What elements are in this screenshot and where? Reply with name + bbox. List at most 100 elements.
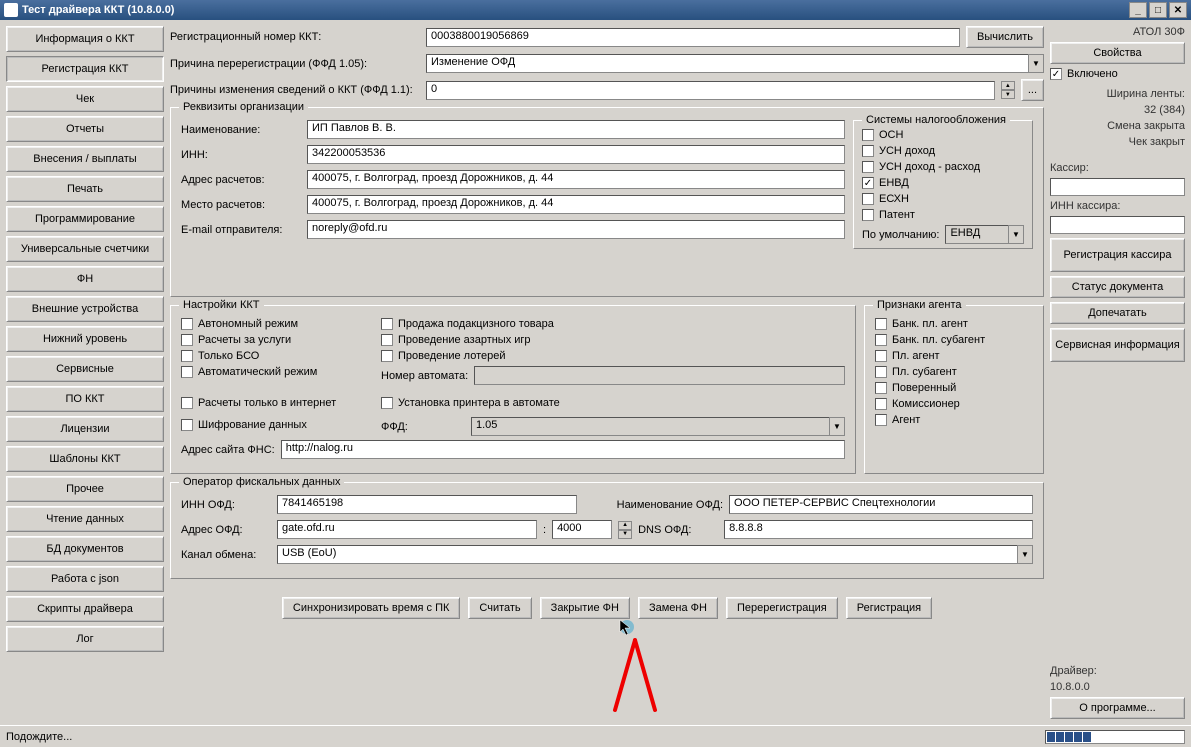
org-inn-input[interactable]: 342200053536 bbox=[307, 145, 845, 164]
tax-checkbox[interactable]: Патент bbox=[862, 209, 1024, 221]
cashier-inn-label: ИНН кассира: bbox=[1050, 200, 1185, 212]
nav-item[interactable]: Программирование bbox=[6, 206, 164, 232]
ofd-port-input[interactable]: 4000 bbox=[552, 520, 612, 539]
agent-item-label: Пл. субагент bbox=[892, 366, 957, 378]
auto-num-input[interactable] bbox=[474, 366, 845, 385]
properties-button[interactable]: Свойства bbox=[1050, 42, 1185, 64]
kkt-printer-checkbox[interactable]: Установка принтера в автомате bbox=[381, 397, 560, 409]
ofd-channel-select[interactable]: USB (EoU) bbox=[277, 545, 1017, 564]
tax-checkbox[interactable]: ОСН bbox=[862, 129, 1024, 141]
agent-item-label: Поверенный bbox=[892, 382, 956, 394]
nav-item[interactable]: БД документов bbox=[6, 536, 164, 562]
kkt-internet-checkbox[interactable]: Расчеты только в интернет bbox=[181, 397, 361, 409]
chevron-down-icon[interactable]: ▼ bbox=[1008, 225, 1024, 244]
org-place-input[interactable]: 400075, г. Волгоград, проезд Дорожников,… bbox=[307, 195, 845, 214]
service-info-button[interactable]: Сервисная информация bbox=[1050, 328, 1185, 362]
agent-checkbox[interactable]: Агент bbox=[875, 414, 1033, 426]
nav-item[interactable]: Печать bbox=[6, 176, 164, 202]
nav-item[interactable]: Информация о ККТ bbox=[6, 26, 164, 52]
tax-checkbox[interactable]: ЕСХН bbox=[862, 193, 1024, 205]
tax-checkbox[interactable]: УСН доход - расход bbox=[862, 161, 1024, 173]
kkt-checkbox[interactable]: Автоматический режим bbox=[181, 366, 361, 378]
ofd-inn-input[interactable]: 7841465198 bbox=[277, 495, 577, 514]
nav-item[interactable]: Отчеты bbox=[6, 116, 164, 142]
enabled-checkbox[interactable]: ✓Включено bbox=[1050, 68, 1185, 80]
nav-item[interactable]: Шаблоны ККТ bbox=[6, 446, 164, 472]
cashier-input[interactable] bbox=[1050, 178, 1185, 196]
agent-checkbox[interactable]: Комиссионер bbox=[875, 398, 1033, 410]
tax-checkbox[interactable]: ✓ЕНВД bbox=[862, 177, 1024, 189]
org-email-label: E-mail отправителя: bbox=[181, 224, 301, 236]
kkt-checkbox[interactable]: Продажа подакцизного товара bbox=[381, 318, 845, 330]
nav-item[interactable]: Лицензии bbox=[6, 416, 164, 442]
change-reason-input[interactable]: 0 bbox=[426, 81, 995, 100]
nav-item[interactable]: ПО ККТ bbox=[6, 386, 164, 412]
nav-item[interactable]: Нижний уровень bbox=[6, 326, 164, 352]
ofd-name-input[interactable]: ООО ПЕТЕР-СЕРВИС Спецтехнологии bbox=[729, 495, 1033, 514]
dots-button[interactable]: ... bbox=[1021, 79, 1044, 101]
print-more-button[interactable]: Допечатать bbox=[1050, 302, 1185, 324]
ofd-port-spinner[interactable]: ▲▼ bbox=[618, 521, 632, 539]
tax-checkbox[interactable]: УСН доход bbox=[862, 145, 1024, 157]
chevron-down-icon[interactable]: ▼ bbox=[829, 417, 845, 436]
cashier-inn-input[interactable] bbox=[1050, 216, 1185, 234]
chevron-down-icon[interactable]: ▼ bbox=[1028, 54, 1044, 73]
close-button[interactable]: ✕ bbox=[1169, 2, 1187, 18]
progress-bar bbox=[1045, 730, 1185, 744]
about-button[interactable]: О программе... bbox=[1050, 697, 1185, 719]
agent-group: Признаки агента Банк. пл. агентБанк. пл.… bbox=[864, 305, 1044, 474]
ofd-dns-input[interactable]: 8.8.8.8 bbox=[724, 520, 1033, 539]
nav-item[interactable]: Лог bbox=[6, 626, 164, 652]
nav-item[interactable]: ФН bbox=[6, 266, 164, 292]
nav-item[interactable]: Чтение данных bbox=[6, 506, 164, 532]
ofd-addr-input[interactable]: gate.ofd.ru bbox=[277, 520, 537, 539]
agent-checkbox[interactable]: Банк. пл. агент bbox=[875, 318, 1033, 330]
kkt-checkbox[interactable]: Автономный режим bbox=[181, 318, 361, 330]
agent-checkbox[interactable]: Пл. субагент bbox=[875, 366, 1033, 378]
kkt-item-label: Автоматический режим bbox=[198, 366, 317, 378]
chevron-down-icon[interactable]: ▼ bbox=[1017, 545, 1033, 564]
nav-item[interactable]: Чек bbox=[6, 86, 164, 112]
kkt-checkbox[interactable]: Только БСО bbox=[181, 350, 361, 362]
nav-item[interactable]: Регистрация ККТ bbox=[6, 56, 164, 82]
agent-group-title: Признаки агента bbox=[873, 299, 966, 311]
replace-fn-button[interactable]: Замена ФН bbox=[638, 597, 718, 619]
rereg-reason-select[interactable]: Изменение ОФД bbox=[426, 54, 1028, 73]
calc-button[interactable]: Вычислить bbox=[966, 26, 1044, 48]
tax-item-label: ЕНВД bbox=[879, 177, 909, 189]
reg-button[interactable]: Регистрация bbox=[846, 597, 932, 619]
close-fn-button[interactable]: Закрытие ФН bbox=[540, 597, 630, 619]
rereg-button[interactable]: Перерегистрация bbox=[726, 597, 838, 619]
fns-input[interactable]: http://nalog.ru bbox=[281, 440, 845, 459]
kkt-checkbox[interactable]: Проведение лотерей bbox=[381, 350, 845, 362]
ofd-channel-label: Канал обмена: bbox=[181, 549, 271, 561]
reg-cashier-button[interactable]: Регистрация кассира bbox=[1050, 238, 1185, 272]
nav-item[interactable]: Скрипты драйвера bbox=[6, 596, 164, 622]
change-reason-spinner[interactable]: ▲▼ bbox=[1001, 81, 1015, 99]
ffd-select[interactable]: 1.05 bbox=[471, 417, 829, 436]
read-button[interactable]: Считать bbox=[468, 597, 531, 619]
agent-checkbox[interactable]: Банк. пл. субагент bbox=[875, 334, 1033, 346]
org-email-input[interactable]: noreply@ofd.ru bbox=[307, 220, 845, 239]
kkt-checkbox[interactable]: Расчеты за услуги bbox=[181, 334, 361, 346]
nav-item[interactable]: Прочее bbox=[6, 476, 164, 502]
tax-default-select[interactable]: ЕНВД bbox=[945, 225, 1008, 244]
maximize-button[interactable]: □ bbox=[1149, 2, 1167, 18]
nav-item[interactable]: Универсальные счетчики bbox=[6, 236, 164, 262]
minimize-button[interactable]: _ bbox=[1129, 2, 1147, 18]
sync-time-button[interactable]: Синхронизировать время с ПК bbox=[282, 597, 461, 619]
org-name-input[interactable]: ИП Павлов В. В. bbox=[307, 120, 845, 139]
org-addr-input[interactable]: 400075, г. Волгоград, проезд Дорожников,… bbox=[307, 170, 845, 189]
nav-item[interactable]: Сервисные bbox=[6, 356, 164, 382]
reg-num-input[interactable]: 0003880019056869 bbox=[426, 28, 960, 47]
window-title: Тест драйвера ККТ (10.8.0.0) bbox=[22, 4, 174, 16]
doc-status-button[interactable]: Статус документа bbox=[1050, 276, 1185, 298]
nav-item[interactable]: Внешние устройства bbox=[6, 296, 164, 322]
agent-checkbox[interactable]: Поверенный bbox=[875, 382, 1033, 394]
nav-item[interactable]: Внесения / выплаты bbox=[6, 146, 164, 172]
kkt-encrypt-checkbox[interactable]: Шифрование данных bbox=[181, 419, 361, 431]
agent-checkbox[interactable]: Пл. агент bbox=[875, 350, 1033, 362]
reg-num-label: Регистрационный номер ККТ: bbox=[170, 31, 420, 43]
kkt-checkbox[interactable]: Проведение азартных игр bbox=[381, 334, 845, 346]
nav-item[interactable]: Работа с json bbox=[6, 566, 164, 592]
